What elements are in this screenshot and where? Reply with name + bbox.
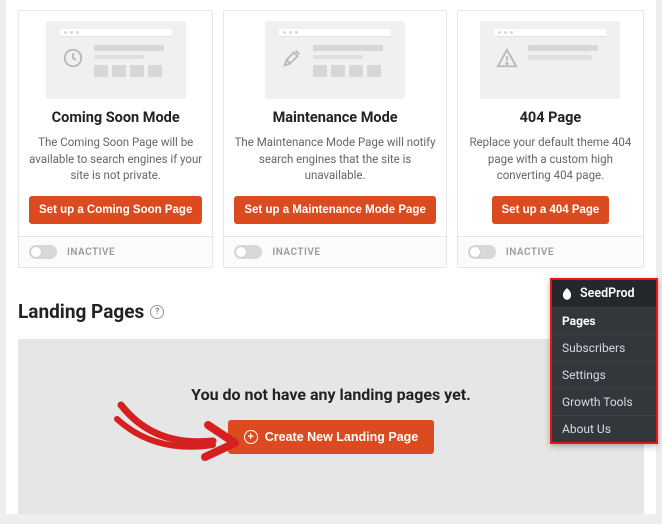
flyout-item-subscribers[interactable]: Subscribers [552, 334, 656, 361]
status-label: INACTIVE [506, 247, 554, 258]
plus-circle-icon: + [244, 430, 258, 444]
tools-icon [279, 45, 305, 71]
coming-soon-toggle[interactable] [29, 245, 57, 259]
coming-soon-thumb [46, 21, 186, 99]
clock-icon [60, 45, 86, 71]
status-label: INACTIVE [67, 247, 115, 258]
404-card: 404 Page Replace your default theme 404 … [457, 10, 644, 268]
card-title: Coming Soon Mode [52, 109, 180, 126]
card-desc: Replace your default theme 404 page with… [468, 134, 633, 184]
coming-soon-card: Coming Soon Mode The Coming Soon Page wi… [18, 10, 213, 268]
flyout-item-growth-tools[interactable]: Growth Tools [552, 388, 656, 415]
maintenance-thumb [265, 21, 405, 99]
setup-404-button[interactable]: Set up a 404 Page [492, 196, 610, 224]
flyout-brand-label: SeedProd [580, 286, 635, 301]
create-landing-page-button[interactable]: + Create New Landing Page [228, 420, 435, 454]
404-thumb [480, 21, 620, 99]
status-label: INACTIVE [272, 247, 320, 258]
help-icon[interactable]: ? [150, 305, 164, 319]
seedprod-icon [560, 287, 574, 301]
card-desc: The Maintenance Mode Page will notify se… [234, 134, 435, 184]
maintenance-toggle[interactable] [234, 245, 262, 259]
warning-icon [494, 45, 520, 71]
empty-heading: You do not have any landing pages yet. [28, 385, 634, 404]
seedprod-flyout-menu: SeedProd Pages Subscribers Settings Grow… [550, 278, 658, 444]
flyout-item-pages[interactable]: Pages [552, 307, 656, 334]
setup-maintenance-button[interactable]: Set up a Maintenance Mode Page [234, 196, 435, 224]
setup-coming-soon-button[interactable]: Set up a Coming Soon Page [29, 196, 202, 224]
card-title: 404 Page [520, 109, 582, 126]
section-title: Landing Pages [18, 300, 144, 323]
flyout-item-settings[interactable]: Settings [552, 361, 656, 388]
mode-cards-row: Coming Soon Mode The Coming Soon Page wi… [18, 10, 644, 268]
card-desc: The Coming Soon Page will be available t… [29, 134, 202, 184]
flyout-brand[interactable]: SeedProd [552, 280, 656, 307]
404-toggle[interactable] [468, 245, 496, 259]
maintenance-card: Maintenance Mode The Maintenance Mode Pa… [223, 10, 446, 268]
create-button-label: Create New Landing Page [265, 430, 419, 444]
card-title: Maintenance Mode [273, 109, 398, 126]
flyout-item-about-us[interactable]: About Us [552, 415, 656, 442]
